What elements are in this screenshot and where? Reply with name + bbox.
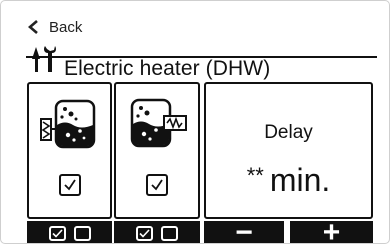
checkmark-icon xyxy=(139,228,150,238)
function-1-checkbox-empty xyxy=(73,225,91,241)
function-2-checkbox-empty xyxy=(161,225,178,241)
plus-icon: + xyxy=(322,216,341,244)
back-button[interactable]: Back xyxy=(27,17,82,37)
delay-label: Delay xyxy=(264,122,313,143)
back-label: Back xyxy=(49,18,83,36)
checkmark-icon xyxy=(151,179,163,191)
delay-value-unit: min. xyxy=(269,162,331,198)
delay-panel: Delay ** min. xyxy=(204,82,373,219)
heater-option-panel-2[interactable] xyxy=(114,82,200,219)
function-1-checkbox-checked xyxy=(48,225,66,241)
screen: Back Electric heater (DHW) Delay ** min.… xyxy=(0,0,390,244)
minus-icon: − xyxy=(235,216,253,244)
page-title: Electric heater (DHW) xyxy=(64,57,271,80)
checkmark-icon xyxy=(63,179,76,191)
heater-1-checkbox[interactable] xyxy=(58,174,81,196)
checkmark-icon xyxy=(51,228,63,238)
heater-2-checkbox[interactable] xyxy=(146,174,168,196)
wrench-screwdriver-icon xyxy=(32,46,56,72)
delay-value: ** min. xyxy=(206,162,371,199)
heater-option-panel-1[interactable] xyxy=(27,82,112,219)
chevron-left-icon xyxy=(28,20,38,34)
function-key-1[interactable] xyxy=(27,221,112,243)
decrease-button[interactable]: − xyxy=(204,216,284,244)
function-key-2[interactable] xyxy=(114,221,200,243)
delay-value-number: ** xyxy=(246,163,264,188)
increase-button[interactable]: + xyxy=(290,216,373,244)
tank-with-electric-heater-icon xyxy=(40,99,96,149)
function-2-checkbox-checked xyxy=(136,225,153,241)
tank-with-booster-heater-icon xyxy=(130,98,187,148)
